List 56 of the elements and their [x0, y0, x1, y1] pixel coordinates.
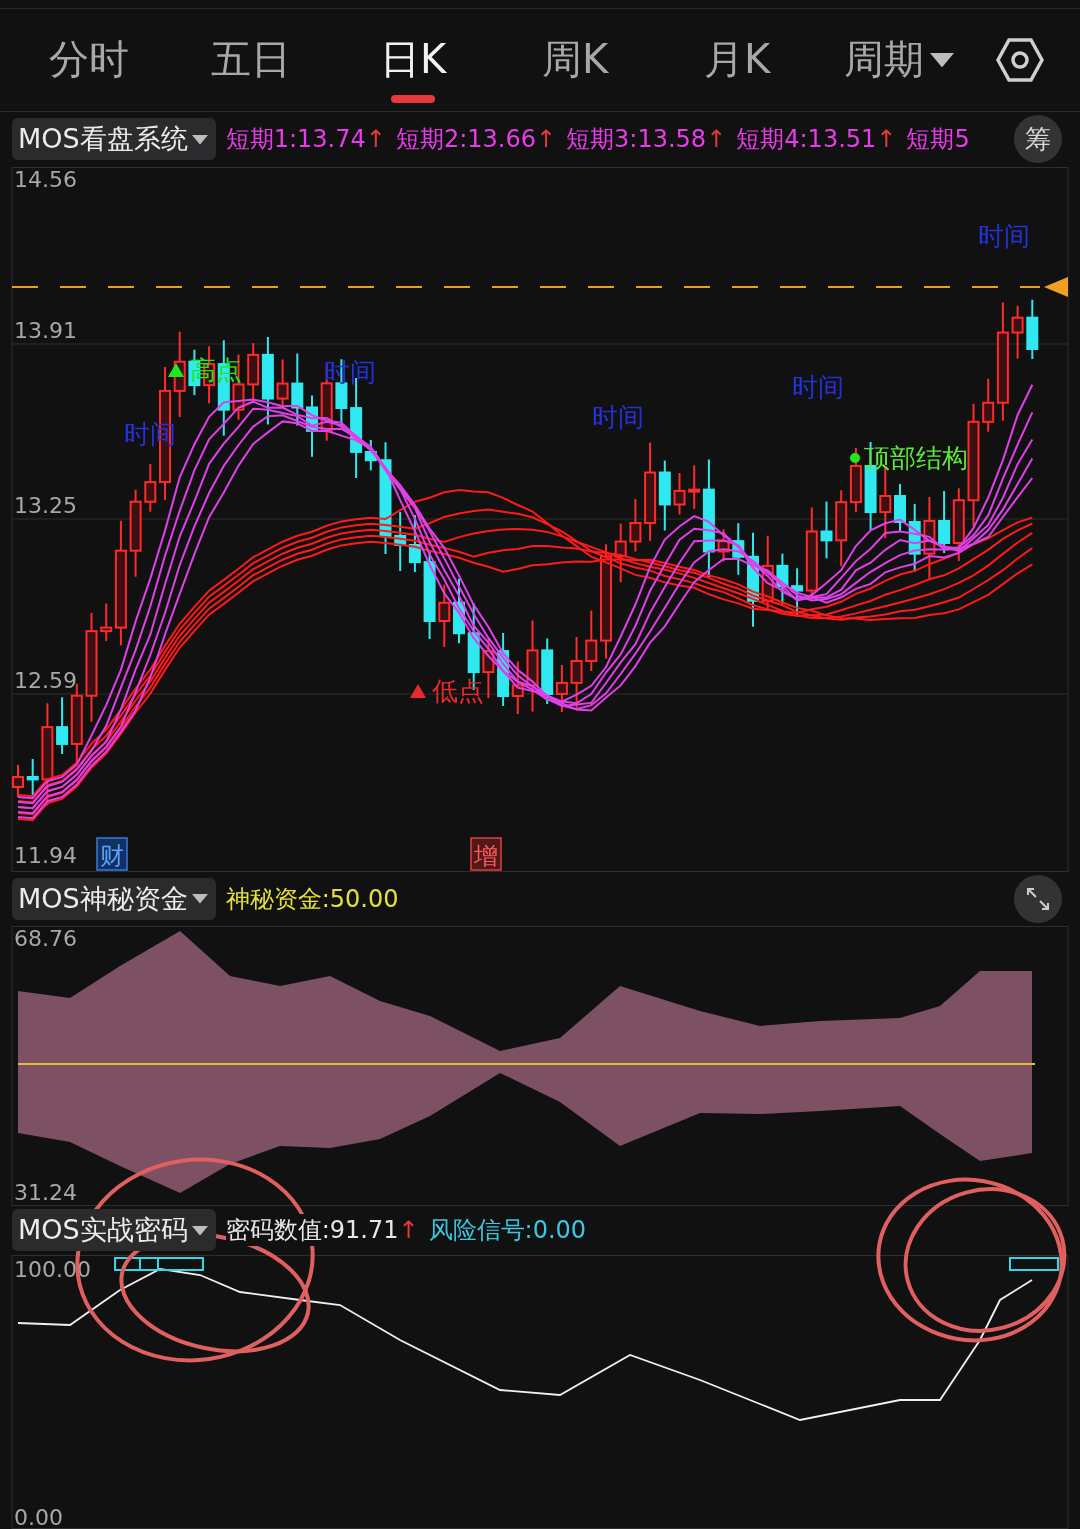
candlestick — [144, 463, 157, 513]
candlestick — [717, 528, 730, 563]
candlestick — [614, 522, 627, 584]
candlestick — [482, 638, 495, 700]
axis-label: 14.56 — [14, 166, 77, 192]
period-tab[interactable]: 周K — [494, 8, 656, 111]
candlestick — [438, 583, 451, 648]
period-tab[interactable]: 五日 — [170, 8, 332, 111]
caret-icon — [191, 894, 208, 904]
axis-label: 11.94 — [14, 842, 77, 868]
indicator-selector[interactable]: MOS神秘资金 — [12, 877, 216, 920]
candlestick — [894, 482, 906, 533]
event-tag: 增 — [470, 837, 502, 871]
candlestick — [56, 696, 69, 755]
time-marker: 时间 — [592, 401, 644, 432]
candlestick — [938, 489, 951, 554]
candlestick — [453, 577, 465, 645]
candlestick — [673, 471, 686, 516]
candlestick — [776, 552, 789, 606]
candlestick — [555, 663, 568, 713]
candlestick — [12, 763, 24, 798]
price-pointer-icon — [1044, 276, 1068, 297]
candlestick — [732, 522, 745, 576]
time-marker: 时间 — [978, 220, 1030, 251]
event-tag: 财 — [96, 837, 128, 871]
period-tab[interactable]: 周期 — [818, 8, 980, 111]
time-marker: 时间 — [792, 371, 844, 402]
candlestick — [394, 510, 407, 572]
candlestick — [1026, 298, 1039, 360]
axis-label: 12.59 — [14, 667, 77, 693]
period-tab[interactable]: 月K — [656, 8, 818, 111]
axis-label: 0.00 — [14, 1505, 63, 1529]
candlestick — [541, 637, 554, 705]
caret-icon — [191, 134, 208, 145]
caret-icon — [930, 52, 954, 68]
candlestick — [908, 502, 921, 573]
candlestick — [820, 500, 833, 560]
candlestick — [306, 394, 318, 458]
axis-label: 68.76 — [14, 925, 77, 951]
candlestick — [849, 446, 862, 514]
caret-icon — [191, 1225, 208, 1236]
indicator-selector[interactable]: MOS实战密码 — [12, 1209, 216, 1252]
candlestick — [1011, 304, 1024, 360]
candlestick — [629, 497, 642, 553]
candlestick — [408, 513, 421, 573]
candlestick — [511, 660, 524, 715]
period-tab[interactable]: 日K — [332, 8, 494, 111]
period-tab[interactable]: 分时 — [8, 8, 170, 111]
axis-label: 13.25 — [14, 492, 77, 518]
indicator-selector[interactable]: MOS看盘系统 — [12, 118, 216, 161]
signal-bar — [1009, 1257, 1059, 1271]
candlestick — [585, 609, 598, 672]
axis-label: 13.91 — [14, 317, 77, 343]
chip-button[interactable]: 筹 — [1014, 115, 1062, 164]
axis-label: 31.24 — [14, 1179, 77, 1205]
expand-icon[interactable] — [1014, 874, 1062, 923]
